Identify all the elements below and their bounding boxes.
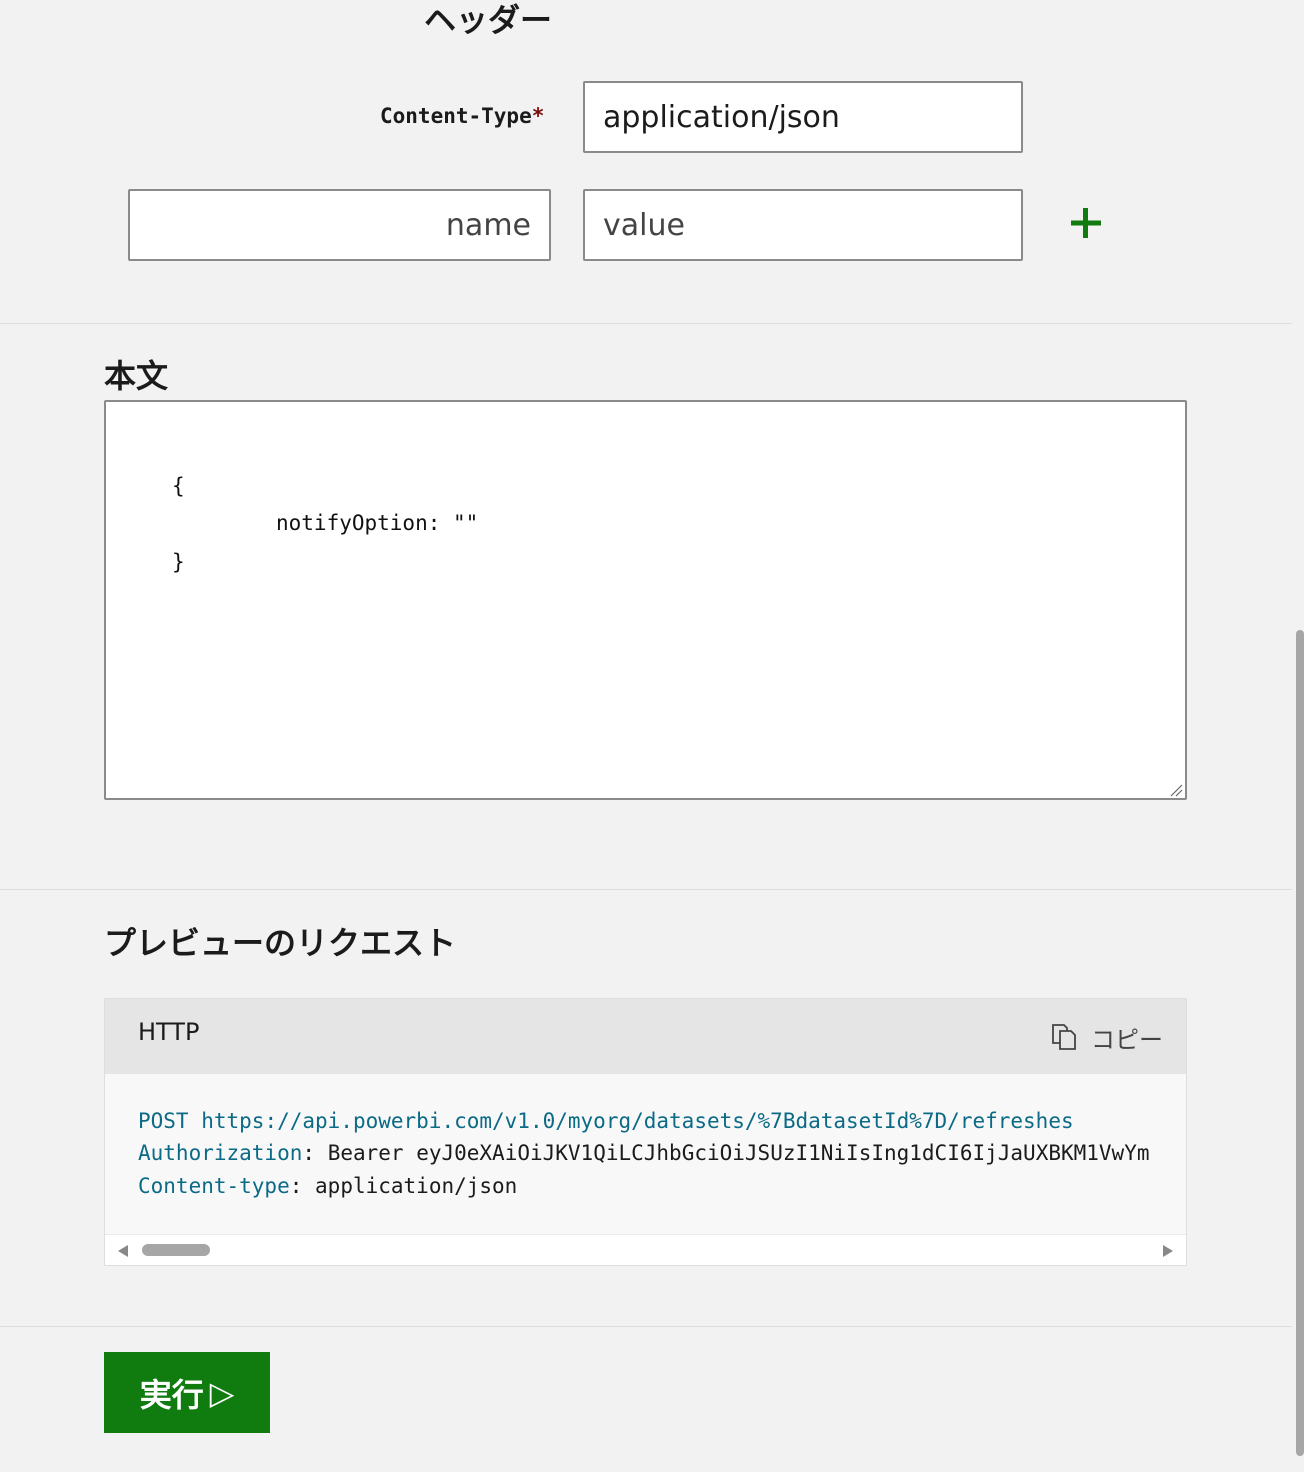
section-divider [0,323,1292,324]
scroll-left-icon[interactable] [117,1243,129,1262]
body-editor[interactable]: { notifyOption: "" } [104,400,1187,800]
resize-handle-icon[interactable] [1169,782,1183,797]
preview-ct-sep: : [289,1174,303,1198]
plus-icon[interactable] [1068,205,1104,241]
preview-auth-line: Authorization: Bearer eyJ0eXAiOiJKV1QiLC… [138,1141,1150,1165]
preview-ct-key: Content-type [138,1174,290,1198]
preview-ct-value: application/json [315,1174,518,1198]
preview-tab-http[interactable]: HTTP [138,1018,199,1046]
page-scroll-thumb[interactable] [1296,630,1304,1456]
preview-url: https://api.powerbi.com/v1.0/myorg/datas… [201,1109,1074,1133]
preview-auth-sep: : [302,1141,316,1165]
headers-title: ヘッダー [424,1,553,39]
preview-header: HTTP コピー [105,999,1186,1074]
header-value-input[interactable] [583,189,1023,261]
content-type-input[interactable] [583,81,1023,153]
run-label: 実行 [139,1375,204,1414]
copy-button[interactable]: コピー [1051,1021,1163,1054]
copy-icon [1051,1023,1077,1051]
scroll-right-icon[interactable] [1162,1243,1174,1262]
section-divider [0,889,1292,890]
required-mark: * [531,104,545,128]
body-line-close: } [172,550,185,574]
preview-auth-value: Bearer eyJ0eXAiOiJKV1QiLCJhbGciOiJSUzI1N… [327,1141,1150,1165]
horizontal-scrollbar[interactable] [105,1234,1186,1265]
header-name-input[interactable] [128,189,551,261]
preview-code: POST https://api.powerbi.com/v1.0/myorg/… [105,1074,1186,1234]
preview-auth-key: Authorization [138,1141,303,1165]
preview-panel: HTTP コピー POST https://api.powerbi.com/v1… [104,998,1187,1266]
body-line-notify: notifyOption: "" [276,511,479,535]
body-title: 本文 [104,357,169,395]
preview-request-line: POST https://api.powerbi.com/v1.0/myorg/… [138,1109,1074,1133]
run-button[interactable]: 実行 ▷ [104,1352,270,1433]
scroll-thumb[interactable] [142,1244,210,1256]
preview-method: POST [138,1109,189,1133]
page-scrollbar[interactable] [1292,0,1304,1472]
play-icon: ▷ [209,1373,235,1412]
content-type-label: Content-Type* [380,104,544,128]
content-type-label-text: Content-Type [380,104,532,128]
body-line-open: { [172,474,185,498]
preview-ct-line: Content-type: application/json [138,1174,517,1198]
copy-label: コピー [1091,1025,1163,1054]
section-divider [0,1326,1292,1327]
preview-title: プレビューのリクエスト [104,924,457,962]
